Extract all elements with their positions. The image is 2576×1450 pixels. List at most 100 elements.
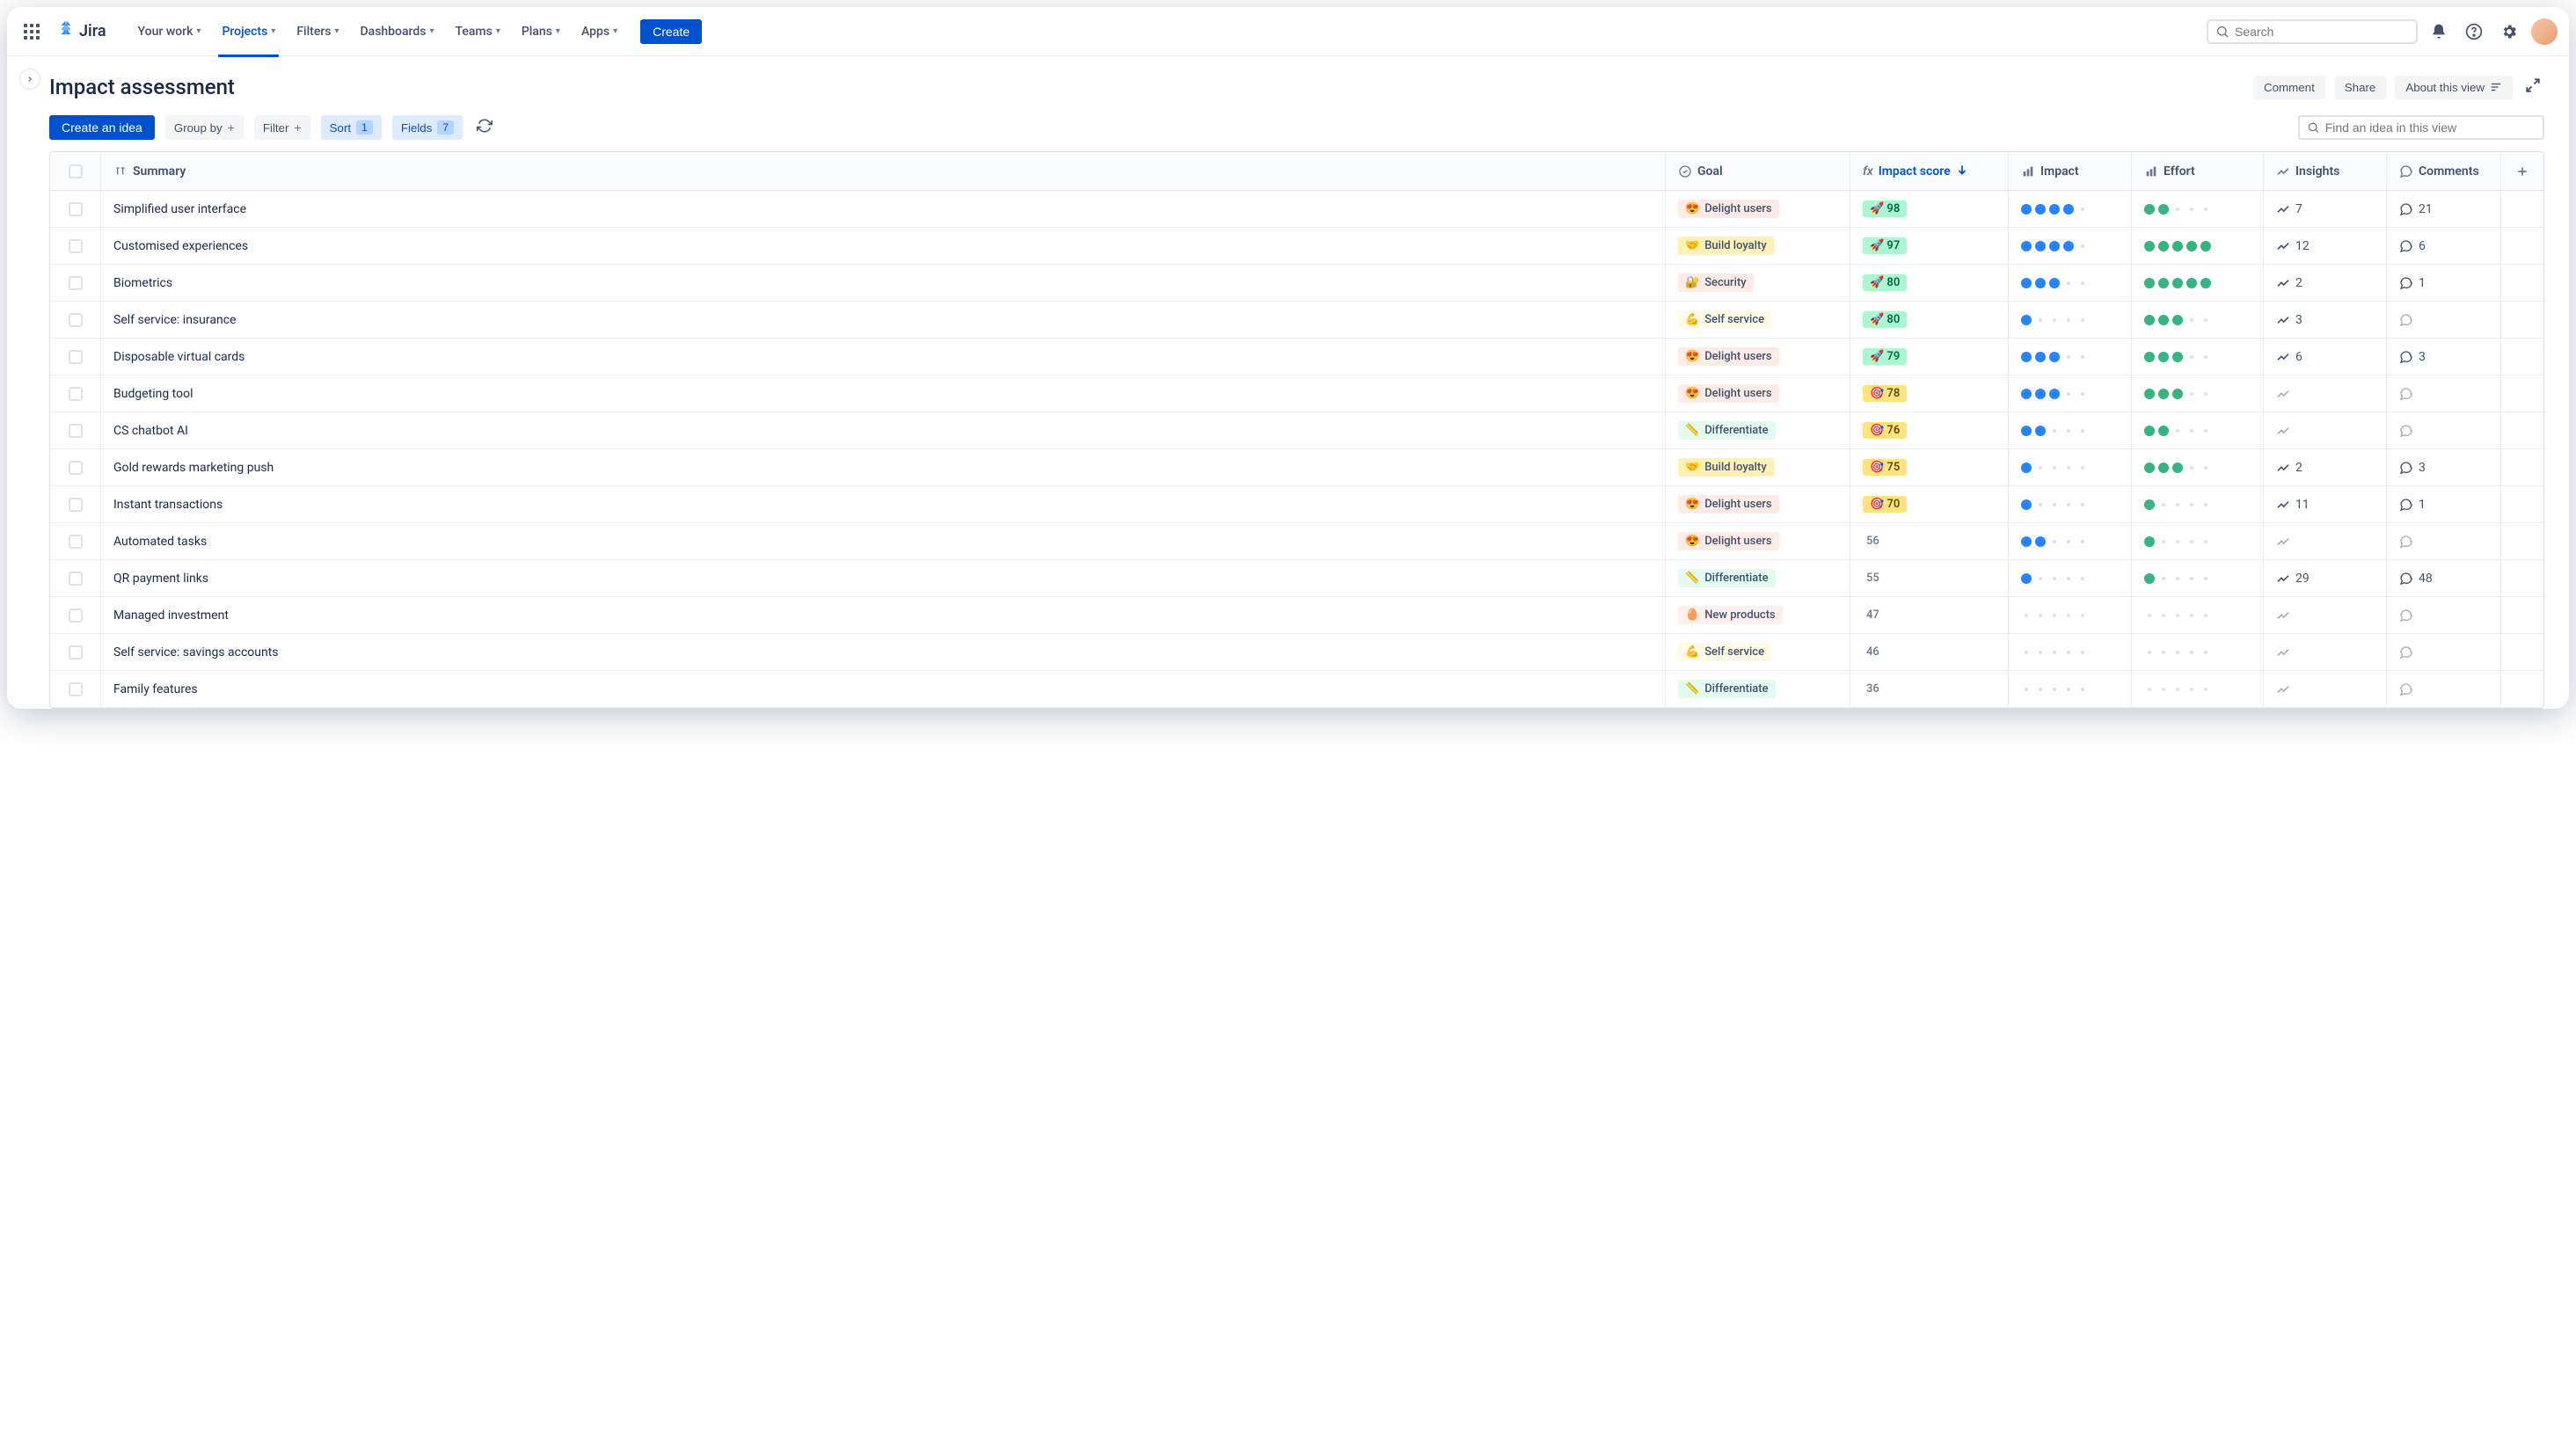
- select-all-header[interactable]: [50, 152, 101, 190]
- summary-cell[interactable]: QR payment links: [101, 560, 1666, 596]
- effort-cell[interactable]: [2132, 523, 2264, 559]
- goal-cell[interactable]: 💪Self service: [1666, 634, 1850, 670]
- goal-cell[interactable]: 📏Differentiate: [1666, 560, 1850, 596]
- impact-cell[interactable]: [2009, 523, 2132, 559]
- goal-cell[interactable]: 🤝Build loyalty: [1666, 449, 1850, 485]
- comments-cell[interactable]: 6: [2387, 228, 2501, 264]
- create-button[interactable]: Create: [640, 19, 702, 44]
- checkbox-icon[interactable]: [69, 202, 83, 216]
- impact-cell[interactable]: [2009, 302, 2132, 338]
- group-by-button[interactable]: Group by+: [165, 115, 244, 140]
- nav-apps[interactable]: Apps▾: [571, 7, 628, 56]
- impact-score-cell[interactable]: 🎯 76: [1850, 412, 2009, 448]
- fullscreen-icon[interactable]: [2521, 74, 2544, 100]
- effort-cell[interactable]: [2132, 375, 2264, 412]
- column-effort[interactable]: Effort: [2132, 152, 2264, 190]
- impact-cell[interactable]: [2009, 597, 2132, 633]
- effort-cell[interactable]: [2132, 265, 2264, 301]
- insights-cell[interactable]: 2: [2264, 265, 2387, 301]
- effort-cell[interactable]: [2132, 191, 2264, 227]
- nav-your-work[interactable]: Your work▾: [128, 7, 212, 56]
- table-row[interactable]: Self service: insurance💪Self service🚀 80…: [50, 302, 2543, 339]
- impact-score-cell[interactable]: 🚀 98: [1850, 191, 2009, 227]
- table-row[interactable]: Disposable virtual cards😍Delight users🚀 …: [50, 339, 2543, 375]
- impact-score-cell[interactable]: 🚀 80: [1850, 302, 2009, 338]
- sidebar-expand-button[interactable]: [19, 69, 40, 90]
- goal-cell[interactable]: 📏Differentiate: [1666, 412, 1850, 448]
- fields-button[interactable]: Fields7: [392, 115, 463, 140]
- view-search-input[interactable]: [2325, 120, 2536, 135]
- impact-cell[interactable]: [2009, 449, 2132, 485]
- insights-cell[interactable]: 6: [2264, 339, 2387, 375]
- row-select[interactable]: [50, 302, 101, 338]
- impact-cell[interactable]: [2009, 375, 2132, 412]
- impact-cell[interactable]: [2009, 228, 2132, 264]
- row-select[interactable]: [50, 375, 101, 412]
- checkbox-icon[interactable]: [69, 313, 83, 327]
- impact-score-cell[interactable]: 47: [1850, 597, 2009, 633]
- impact-score-cell[interactable]: 🎯 75: [1850, 449, 2009, 485]
- comments-cell[interactable]: [2387, 302, 2501, 338]
- impact-score-cell[interactable]: 🎯 78: [1850, 375, 2009, 412]
- comments-cell[interactable]: [2387, 597, 2501, 633]
- share-button[interactable]: Share: [2334, 76, 2387, 99]
- table-row[interactable]: Simplified user interface😍Delight users🚀…: [50, 191, 2543, 228]
- impact-score-cell[interactable]: 36: [1850, 671, 2009, 707]
- summary-cell[interactable]: CS chatbot AI: [101, 412, 1666, 448]
- impact-cell[interactable]: [2009, 412, 2132, 448]
- comments-cell[interactable]: [2387, 523, 2501, 559]
- effort-cell[interactable]: [2132, 671, 2264, 707]
- goal-cell[interactable]: 🔐Security: [1666, 265, 1850, 301]
- summary-cell[interactable]: Biometrics: [101, 265, 1666, 301]
- comments-cell[interactable]: 3: [2387, 339, 2501, 375]
- sort-button[interactable]: Sort1: [321, 115, 382, 140]
- summary-cell[interactable]: Managed investment: [101, 597, 1666, 633]
- checkbox-icon[interactable]: [69, 608, 83, 623]
- column-goal[interactable]: Goal: [1666, 152, 1850, 190]
- effort-cell[interactable]: [2132, 412, 2264, 448]
- comments-cell[interactable]: [2387, 375, 2501, 412]
- settings-icon[interactable]: [2495, 18, 2523, 46]
- impact-score-cell[interactable]: 🚀 79: [1850, 339, 2009, 375]
- help-icon[interactable]: [2460, 18, 2488, 46]
- refresh-icon[interactable]: [473, 114, 496, 141]
- summary-cell[interactable]: Simplified user interface: [101, 191, 1666, 227]
- checkbox-icon[interactable]: [69, 276, 83, 290]
- row-select[interactable]: [50, 191, 101, 227]
- comments-cell[interactable]: 1: [2387, 486, 2501, 522]
- impact-cell[interactable]: [2009, 191, 2132, 227]
- summary-cell[interactable]: Self service: insurance: [101, 302, 1666, 338]
- row-select[interactable]: [50, 671, 101, 707]
- comment-button[interactable]: Comment: [2253, 76, 2325, 99]
- table-row[interactable]: Gold rewards marketing push🤝Build loyalt…: [50, 449, 2543, 486]
- effort-cell[interactable]: [2132, 486, 2264, 522]
- add-column-button[interactable]: [2501, 152, 2543, 190]
- insights-cell[interactable]: 29: [2264, 560, 2387, 596]
- row-select[interactable]: [50, 560, 101, 596]
- summary-cell[interactable]: Disposable virtual cards: [101, 339, 1666, 375]
- row-select[interactable]: [50, 265, 101, 301]
- table-row[interactable]: Self service: savings accounts💪Self serv…: [50, 634, 2543, 671]
- insights-cell[interactable]: [2264, 412, 2387, 448]
- column-comments[interactable]: Comments: [2387, 152, 2501, 190]
- summary-cell[interactable]: Automated tasks: [101, 523, 1666, 559]
- table-row[interactable]: QR payment links📏Differentiate552948: [50, 560, 2543, 597]
- checkbox-icon[interactable]: [69, 461, 83, 475]
- checkbox-icon[interactable]: [69, 387, 83, 401]
- impact-cell[interactable]: [2009, 265, 2132, 301]
- row-select[interactable]: [50, 523, 101, 559]
- table-row[interactable]: Instant transactions😍Delight users🎯 7011…: [50, 486, 2543, 523]
- row-select[interactable]: [50, 412, 101, 448]
- nav-plans[interactable]: Plans▾: [511, 7, 571, 56]
- summary-cell[interactable]: Gold rewards marketing push: [101, 449, 1666, 485]
- row-select[interactable]: [50, 449, 101, 485]
- goal-cell[interactable]: 😍Delight users: [1666, 523, 1850, 559]
- notifications-icon[interactable]: [2425, 18, 2453, 46]
- goal-cell[interactable]: 📏Differentiate: [1666, 671, 1850, 707]
- effort-cell[interactable]: [2132, 339, 2264, 375]
- effort-cell[interactable]: [2132, 634, 2264, 670]
- insights-cell[interactable]: 12: [2264, 228, 2387, 264]
- checkbox-icon[interactable]: [69, 164, 83, 179]
- row-select[interactable]: [50, 634, 101, 670]
- impact-cell[interactable]: [2009, 486, 2132, 522]
